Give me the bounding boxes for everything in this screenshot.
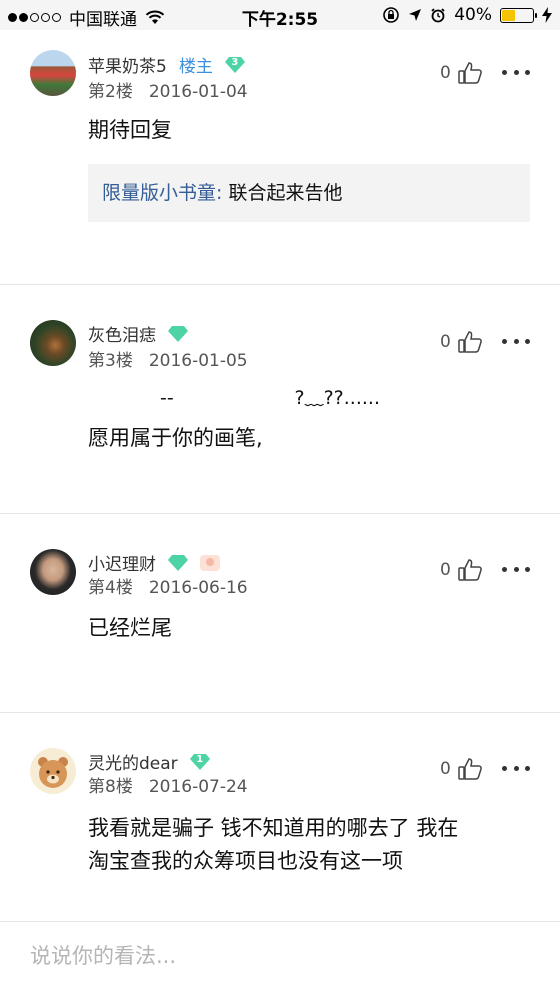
like-count: 0	[440, 759, 451, 779]
level-badge-icon: 1	[189, 753, 210, 771]
username-row: 灵光的dear 1	[88, 749, 210, 774]
like-count: 0	[440, 63, 451, 83]
more-options-icon[interactable]	[502, 339, 530, 344]
post-date: 2016-01-05	[148, 351, 248, 371]
level-number: 1	[196, 753, 204, 765]
charging-icon	[542, 7, 552, 23]
avatar[interactable]	[30, 50, 76, 96]
like-count: 0	[440, 560, 451, 580]
post-date: 2016-06-16	[148, 578, 248, 598]
thumbs-up-icon	[458, 559, 482, 581]
rotation-lock-icon	[383, 7, 400, 23]
post-date: 2016-01-04	[148, 82, 248, 102]
quoted-username: 限量版小书童:	[102, 182, 223, 204]
username-row: 苹果奶茶5 楼主 3	[88, 52, 245, 77]
quoted-text: 联合起来告他	[222, 182, 343, 204]
comment-text-line-1: -- ?﹏??......	[160, 387, 380, 409]
floor-number: 第2楼	[88, 82, 133, 102]
avatar[interactable]	[30, 549, 76, 595]
like-button[interactable]: 0	[440, 61, 483, 85]
floor-number: 第8楼	[88, 777, 133, 797]
host-tag: 楼主	[178, 57, 213, 77]
comment-floor-8: 灵光的dear 1 第8楼 2016-07-24 0 我看就是骗子 钱不知道用的哪…	[0, 713, 560, 921]
comment-text: 已经烂尾	[88, 616, 172, 640]
thumbs-up-icon	[458, 331, 482, 353]
post-date: 2016-07-24	[148, 777, 248, 797]
medal-icon	[200, 554, 220, 571]
like-button[interactable]: 0	[440, 330, 483, 354]
floor-row: 第4楼 2016-06-16	[88, 573, 248, 598]
username-row: 小迟理财	[88, 550, 220, 575]
comment-floor-3: 灰色泪痣 第3楼 2016-01-05 0 -- ?﹏??...... 愿用属于你…	[0, 285, 560, 513]
comment-input[interactable]	[30, 944, 530, 968]
comment-text: 期待回复	[88, 118, 172, 142]
avatar[interactable]	[30, 748, 76, 794]
username[interactable]: 苹果奶茶5	[88, 52, 167, 77]
comment-text-line-2: 淘宝查我的众筹项目也没有这一项	[88, 849, 403, 873]
status-right: 40%	[382, 5, 552, 25]
avatar[interactable]	[30, 320, 76, 366]
level-badge-icon: 3	[224, 56, 245, 74]
divider	[0, 921, 560, 922]
alarm-icon	[431, 8, 445, 23]
location-icon	[409, 9, 422, 21]
more-options-icon[interactable]	[502, 70, 530, 75]
more-options-icon[interactable]	[502, 567, 530, 572]
floor-number: 第3楼	[88, 351, 133, 371]
username[interactable]: 小迟理财	[88, 550, 156, 575]
level-number: 3	[231, 56, 239, 68]
battery-icon	[500, 7, 537, 23]
comment-text-line-2: 愿用属于你的画笔,	[88, 426, 263, 450]
more-options-icon[interactable]	[502, 766, 530, 771]
battery-percent: 40%	[454, 5, 492, 25]
comment-text-line-1: 我看就是骗子 钱不知道用的哪去了 我在	[88, 816, 459, 840]
status-bar: 中国联通 下午2:55 40%	[0, 0, 560, 30]
username[interactable]: 灰色泪痣	[88, 321, 156, 346]
level-badge-icon	[168, 554, 188, 572]
username-row: 灰色泪痣	[88, 321, 188, 346]
comment-floor-4: 小迟理财 第4楼 2016-06-16 0 已经烂尾	[0, 514, 560, 712]
like-button[interactable]: 0	[440, 558, 483, 582]
like-count: 0	[440, 332, 451, 352]
floor-row: 第3楼 2016-01-05	[88, 346, 248, 371]
floor-number: 第4楼	[88, 578, 133, 598]
username[interactable]: 灵光的dear	[88, 749, 178, 774]
level-badge-icon	[168, 325, 188, 343]
thumbs-up-icon	[458, 758, 482, 780]
like-button[interactable]: 0	[440, 757, 483, 781]
quoted-reply[interactable]: 限量版小书童: 联合起来告他	[88, 164, 530, 222]
floor-row: 第2楼 2016-01-04	[88, 77, 248, 102]
comment-floor-2: 苹果奶茶5 楼主 3 第2楼 2016-01-04 0 期待回复 限量版小书童: …	[0, 30, 560, 284]
thumbs-up-icon	[458, 62, 482, 84]
floor-row: 第8楼 2016-07-24	[88, 772, 248, 797]
